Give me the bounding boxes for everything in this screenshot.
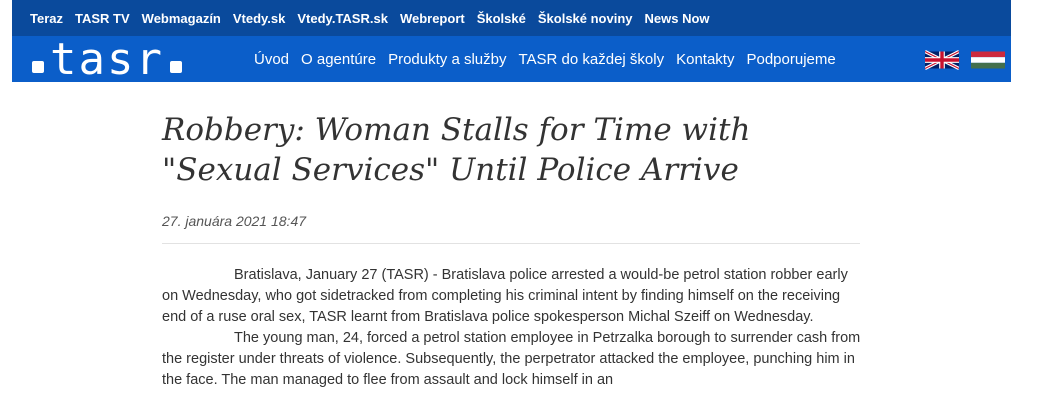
logo-text: tasr — [50, 33, 164, 85]
article-paragraph: Bratislava, January 27 (TASR) - Bratisla… — [162, 267, 848, 325]
uk-flag-icon[interactable] — [925, 50, 959, 70]
logo-dot-left — [32, 61, 44, 73]
language-flags — [925, 50, 1005, 70]
hungary-flag-icon[interactable] — [971, 50, 1005, 70]
main-nav-link-kontakty[interactable]: Kontakty — [676, 51, 734, 68]
article-paragraph: The young man, 24, forced a petrol stati… — [162, 330, 861, 388]
top-nav-link-skolske-noviny[interactable]: Školské noviny — [538, 11, 633, 26]
main-nav-link-o-agenture[interactable]: O agentúre — [301, 51, 376, 68]
top-nav: Teraz TASR TV Webmagazín Vtedy.sk Vtedy.… — [30, 0, 722, 36]
top-nav-link-tasr-tv[interactable]: TASR TV — [75, 11, 130, 26]
article: Robbery: Woman Stalls for Time with "Sex… — [162, 110, 862, 391]
main-nav-link-produkty[interactable]: Produkty a služby — [388, 51, 506, 68]
top-navigation-bar: Teraz TASR TV Webmagazín Vtedy.sk Vtedy.… — [12, 0, 1011, 36]
main-nav-link-tasr-do-skoly[interactable]: TASR do každej školy — [518, 51, 664, 68]
article-date: 27. januára 2021 18:47 — [162, 213, 860, 244]
main-nav-link-podporujeme[interactable]: Podporujeme — [746, 51, 835, 68]
main-nav-link-uvod[interactable]: Úvod — [254, 51, 289, 68]
top-nav-link-teraz[interactable]: Teraz — [30, 11, 63, 26]
logo-dot-right — [169, 61, 182, 73]
article-body: Bratislava, January 27 (TASR) - Bratisla… — [162, 265, 862, 391]
top-nav-link-skolske[interactable]: Školské — [477, 11, 526, 26]
main-navigation-bar: tasr Úvod O agentúre Produkty a služby T… — [12, 33, 1011, 85]
top-nav-link-news-now[interactable]: News Now — [645, 11, 710, 26]
main-nav: Úvod O agentúre Produkty a služby TASR d… — [254, 36, 848, 82]
top-nav-link-vtedy-tasr[interactable]: Vtedy.TASR.sk — [297, 11, 388, 26]
tasr-logo[interactable]: tasr — [26, 33, 188, 85]
top-nav-link-webmagazin[interactable]: Webmagazín — [142, 11, 221, 26]
top-nav-link-webreport[interactable]: Webreport — [400, 11, 465, 26]
article-title: Robbery: Woman Stalls for Time with "Sex… — [162, 112, 751, 188]
top-nav-link-vtedy[interactable]: Vtedy.sk — [233, 11, 286, 26]
